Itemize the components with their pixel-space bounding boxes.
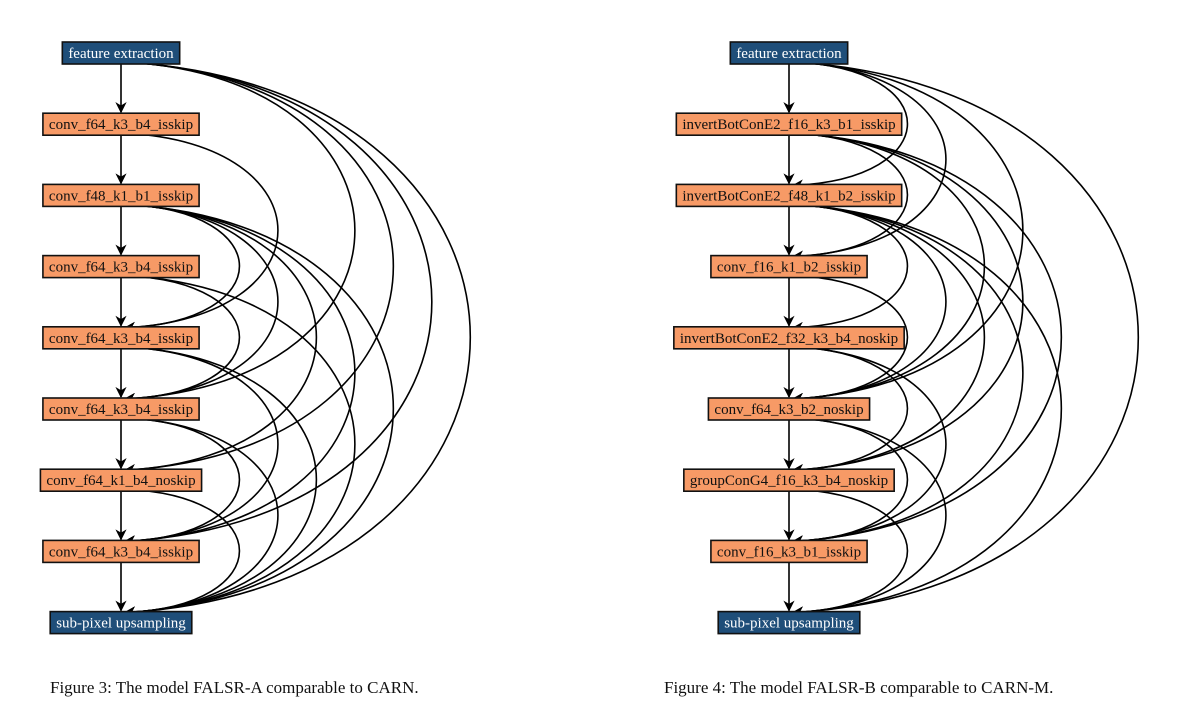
node-label: conv_f64_k3_b2_noskip bbox=[714, 402, 863, 418]
node-cell: conv_f64_k3_b4_isskip bbox=[42, 397, 200, 421]
node-label: sub-pixel upsampling bbox=[56, 616, 186, 632]
node-label: invertBotConE2_f32_k3_b4_noskip bbox=[680, 331, 898, 347]
node-label: conv_f64_k3_b4_isskip bbox=[49, 544, 193, 560]
node-cell: groupConG4_f16_k3_b4_noskip bbox=[683, 468, 895, 493]
edge-skip bbox=[791, 417, 947, 618]
caption-figure-3: Figure 3: The model FALSR-A comparable t… bbox=[50, 678, 419, 697]
node-io: feature extraction bbox=[61, 41, 181, 65]
node-label: conv_f64_k3_b4_isskip bbox=[49, 331, 193, 347]
node-label: conv_f64_k3_b4_isskip bbox=[49, 402, 193, 418]
edge-skip bbox=[123, 346, 279, 547]
edge-skip bbox=[791, 346, 947, 547]
node-label: conv_f16_k3_b1_isskip bbox=[717, 544, 861, 560]
node-io: sub-pixel upsampling bbox=[49, 610, 193, 635]
edge-skip bbox=[791, 203, 947, 405]
node-label: conv_f16_k1_b2_isskip bbox=[717, 260, 861, 276]
node-label: feature extraction bbox=[68, 46, 174, 62]
edge-skip bbox=[123, 203, 279, 405]
edge-skip bbox=[791, 61, 947, 262]
nodes: feature extractionconv_f64_k3_b4_isskipc… bbox=[39, 41, 203, 635]
node-cell: conv_f64_k3_b4_isskip bbox=[42, 539, 200, 564]
node-io: sub-pixel upsampling bbox=[717, 610, 861, 635]
figure-falsr-b: feature extraction invertBotConE2_f16_k3_… bbox=[673, 41, 1140, 635]
edge-skip bbox=[123, 132, 279, 333]
node-cell: conv_f64_k3_b4_isskip bbox=[42, 325, 200, 350]
node-label: feature extraction bbox=[736, 46, 842, 62]
node-cell: conv_f64_k1_b4_noskip bbox=[39, 468, 203, 493]
node-label: conv_f64_k3_b4_isskip bbox=[49, 260, 193, 276]
edge-skip bbox=[123, 417, 279, 618]
node-cell: conv_f64_k3_b4_isskip bbox=[42, 254, 200, 279]
figure-falsr-a: feature extractionconv_f64_k3_b4_isskipc… bbox=[39, 41, 472, 635]
node-io: feature extraction bbox=[729, 41, 849, 65]
node-label: invertBotConE2_f48_k1_b2_isskip bbox=[682, 188, 895, 204]
node-cell: invertBotConE2_f32_k3_b4_noskip bbox=[673, 325, 905, 350]
diagram-canvas: feature extractionconv_f64_k3_b4_isskipc… bbox=[39, 41, 1140, 635]
node-cell: conv_f64_k3_b4_isskip bbox=[42, 112, 200, 136]
node-label: groupConG4_f16_k3_b4_noskip bbox=[690, 473, 888, 489]
node-label: conv_f64_k3_b4_isskip bbox=[49, 117, 193, 133]
node-cell: invertBotConE2_f48_k1_b2_isskip bbox=[675, 183, 903, 208]
node-label: invertBotConE2_f16_k3_b1_isskip bbox=[682, 117, 895, 133]
node-label: conv_f48_k1_b1_isskip bbox=[49, 188, 193, 204]
nodes: feature extraction invertBotConE2_f16_k3_… bbox=[673, 41, 905, 635]
node-label: conv_f64_k1_b4_noskip bbox=[46, 473, 195, 489]
node-cell: conv_f48_k1_b1_isskip bbox=[42, 183, 200, 208]
node-cell: invertBotConE2_f16_k3_b1_isskip bbox=[675, 112, 903, 136]
node-cell: conv_f64_k3_b2_noskip bbox=[707, 397, 871, 421]
node-cell: conv_f16_k1_b2_isskip bbox=[710, 254, 868, 279]
node-cell: conv_f16_k3_b1_isskip bbox=[710, 539, 868, 564]
node-label: sub-pixel upsampling bbox=[724, 616, 854, 632]
caption-figure-4: Figure 4: The model FALSR-B comparable t… bbox=[664, 678, 1054, 697]
